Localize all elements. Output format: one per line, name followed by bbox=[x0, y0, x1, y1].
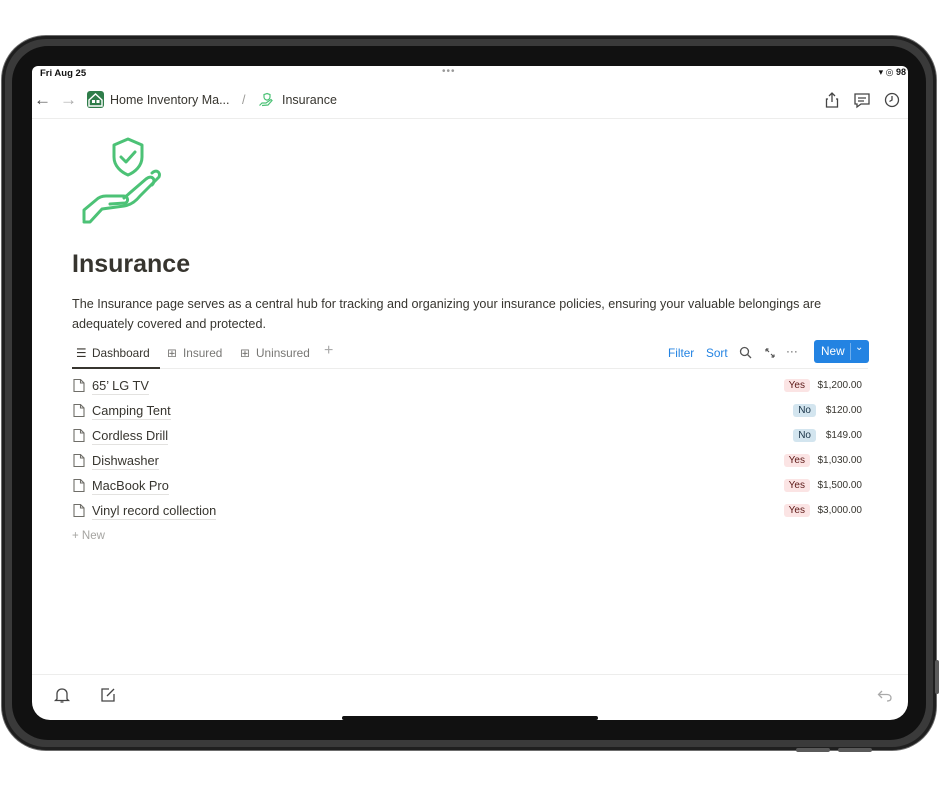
page-doc-icon bbox=[72, 378, 86, 393]
new-button[interactable]: New ⌄ bbox=[814, 340, 869, 363]
tab-insured[interactable]: ⊞ Insured bbox=[167, 346, 222, 360]
page-doc-icon bbox=[72, 503, 86, 518]
item-value: $1,500.00 bbox=[817, 480, 863, 491]
item-name[interactable]: MacBook Pro bbox=[92, 478, 169, 495]
insured-badge: Yes bbox=[783, 379, 810, 392]
back-arrow-icon[interactable]: ← bbox=[34, 90, 51, 110]
active-tab-indicator bbox=[72, 367, 160, 369]
power-button bbox=[935, 660, 939, 694]
volume-button bbox=[838, 748, 872, 752]
item-name[interactable]: 65’ LG TV bbox=[92, 378, 149, 395]
list-item[interactable]: Cordless Drill No $149.00 bbox=[72, 423, 868, 448]
volume-button bbox=[796, 748, 830, 752]
breadcrumb-page[interactable]: Insurance bbox=[282, 93, 337, 107]
comment-icon[interactable] bbox=[852, 90, 872, 110]
item-value: $149.00 bbox=[825, 430, 862, 441]
page-doc-icon bbox=[72, 403, 86, 418]
gallery-icon: ⊞ bbox=[240, 346, 250, 360]
battery-level: 98 bbox=[895, 67, 906, 77]
insured-badge: No bbox=[793, 404, 816, 417]
database-view-bar: ☰ Dashboard ⊞ Insured ⊞ Uninsured + Filter … bbox=[72, 340, 869, 369]
item-name[interactable]: Vinyl record collection bbox=[92, 503, 217, 520]
sort-button[interactable]: Sort bbox=[706, 346, 728, 360]
item-name[interactable]: Cordless Drill bbox=[92, 428, 169, 445]
list-item[interactable]: Camping Tent No $120.00 bbox=[72, 398, 868, 423]
chevron-down-icon[interactable]: ⌄ bbox=[855, 342, 863, 353]
tab-dashboard[interactable]: ☰ Dashboard bbox=[76, 346, 150, 360]
item-value: $120.00 bbox=[825, 405, 862, 416]
page-doc-icon bbox=[72, 453, 86, 468]
top-bar: ← → Home Inventory Ma... / Insurance bbox=[32, 86, 908, 119]
list-item[interactable]: 65’ LG TV Yes $1,200.00 bbox=[72, 373, 868, 398]
insured-badge: Yes bbox=[783, 454, 810, 467]
add-view-button[interactable]: + bbox=[324, 342, 333, 360]
bottom-toolbar bbox=[32, 674, 908, 720]
item-value: $1,030.00 bbox=[817, 455, 863, 466]
app-screen: Fri Aug 25 ••• ▾ ◎ 98 ← → Home Inventory… bbox=[32, 66, 908, 720]
item-value: $1,200.00 bbox=[817, 380, 863, 391]
forward-arrow-icon[interactable]: → bbox=[60, 90, 77, 110]
expand-icon[interactable] bbox=[762, 345, 778, 361]
hand-shield-icon bbox=[258, 92, 274, 108]
page-description: The Insurance page serves as a central h… bbox=[72, 297, 822, 331]
undo-icon[interactable] bbox=[875, 685, 895, 705]
share-icon[interactable] bbox=[822, 90, 842, 110]
status-bar: Fri Aug 25 ••• ▾ ◎ 98 bbox=[32, 66, 908, 80]
more-options-icon[interactable]: ··· bbox=[786, 344, 798, 358]
wifi-icon: ▾ bbox=[878, 67, 884, 77]
insured-badge: Yes bbox=[783, 479, 810, 492]
list-item[interactable]: Vinyl record collection Yes $3,000.00 bbox=[72, 498, 868, 523]
home-indicator[interactable] bbox=[342, 716, 598, 720]
insured-badge: No bbox=[793, 429, 816, 442]
page-doc-icon bbox=[72, 478, 86, 493]
item-name[interactable]: Dishwasher bbox=[92, 453, 159, 470]
breadcrumb-workspace[interactable]: Home Inventory Ma... bbox=[110, 93, 230, 107]
list-item[interactable]: Dishwasher Yes $1,030.00 bbox=[72, 448, 868, 473]
item-value: $3,000.00 bbox=[817, 505, 863, 516]
house-icon[interactable] bbox=[87, 91, 104, 108]
gallery-icon: ⊞ bbox=[167, 346, 177, 360]
add-new-row-button[interactable]: + New bbox=[72, 530, 105, 542]
status-indicators: ▾ ◎ 98 bbox=[879, 67, 906, 78]
battery-icon: ◎ bbox=[885, 67, 894, 77]
search-icon[interactable] bbox=[738, 345, 754, 361]
multitask-dots[interactable]: ••• bbox=[442, 66, 456, 77]
list-item[interactable]: MacBook Pro Yes $1,500.00 bbox=[72, 473, 868, 498]
hand-shield-icon bbox=[80, 136, 176, 228]
status-time: Fri Aug 25 bbox=[40, 68, 87, 79]
filter-button[interactable]: Filter bbox=[668, 346, 694, 360]
tab-uninsured[interactable]: ⊞ Uninsured bbox=[240, 346, 310, 360]
bell-icon[interactable] bbox=[52, 685, 72, 705]
page-doc-icon bbox=[72, 428, 86, 443]
insured-badge: Yes bbox=[783, 504, 810, 517]
compose-icon[interactable] bbox=[98, 685, 118, 705]
history-clock-icon[interactable] bbox=[882, 90, 902, 110]
item-name[interactable]: Camping Tent bbox=[92, 403, 171, 420]
breadcrumb-separator: / bbox=[242, 93, 246, 107]
list-icon: ☰ bbox=[76, 346, 87, 360]
item-list: 65’ LG TV Yes $1,200.00 Camping Tent No $120.… bbox=[72, 373, 868, 523]
page-title: Insurance bbox=[72, 250, 191, 278]
